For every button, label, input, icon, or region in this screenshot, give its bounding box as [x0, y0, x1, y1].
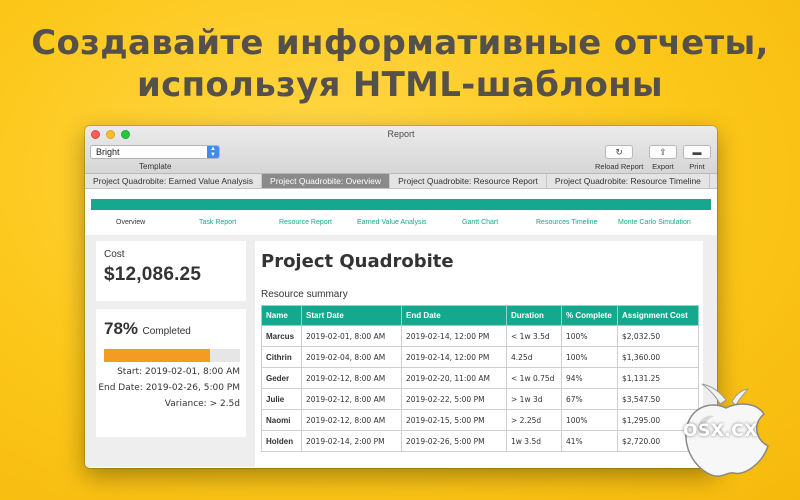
table-row: Cithrin 2019-02-04, 8:00 AM 2019-02-14, 12… — [261, 346, 699, 368]
project-title: Project Quadrobite — [261, 251, 454, 272]
table-cell: Marcus — [261, 325, 302, 347]
print-button[interactable]: ▬ Print — [683, 145, 711, 171]
table-cell: 2019-02-12, 8:00 AM — [301, 367, 402, 389]
subnav-resource-report[interactable]: Resource Report — [279, 219, 332, 226]
table-cell: $2,032.50 — [617, 325, 699, 347]
share-icon: ⇪ — [649, 145, 677, 159]
main-panel: Project Quadrobite Resource summary Name… — [255, 235, 717, 468]
progress-bar — [104, 349, 240, 362]
table-cell: 100% — [561, 325, 618, 347]
completed-label: Completed — [142, 326, 191, 337]
resource-summary-label: Resource summary — [261, 289, 348, 300]
chevron-updown-icon: ▲ ▼ — [207, 146, 219, 158]
subnav-earned-value-analysis[interactable]: Earned Value Analysis — [357, 219, 427, 226]
table-cell: 94% — [561, 367, 618, 389]
table-cell: 2019-02-12, 8:00 AM — [301, 409, 402, 431]
table-cell: Julie — [261, 388, 302, 410]
print-label: Print — [689, 162, 705, 171]
cost-label: Cost — [104, 249, 125, 260]
start-date: Start: 2019-02-01, 8:00 AM — [117, 367, 240, 377]
export-button[interactable]: ⇪ Export — [649, 145, 677, 171]
column-header: End Date — [401, 305, 507, 326]
table-cell: Naomi — [261, 409, 302, 431]
promo-headline: Создавайте информативные отчеты, использ… — [0, 22, 800, 106]
reload-report-button[interactable]: ↻ Reload Report — [595, 145, 643, 171]
table-cell: < 1w 0.75d — [506, 367, 562, 389]
table-cell: 67% — [561, 388, 618, 410]
table-cell: 2019-02-14, 12:00 PM — [401, 346, 507, 368]
printer-icon: ▬ — [683, 145, 711, 159]
table-cell: < 1w 3.5d — [506, 325, 562, 347]
table-cell: 41% — [561, 430, 618, 452]
table-cell: 2019-02-22, 5:00 PM — [401, 388, 507, 410]
tab-resource-report[interactable]: Project Quadrobite: Resource Report — [390, 174, 547, 188]
reload-report-label: Reload Report — [595, 162, 644, 171]
window-titlebar: Report Bright ▲ ▼ Template ↻ Reload Repor… — [85, 126, 717, 174]
report-subnav: Overview Task Report Resource Report Ear… — [85, 219, 717, 231]
subnav-gantt-chart[interactable]: Gantt Chart — [462, 219, 498, 226]
tab-overview[interactable]: Project Quadrobite: Overview — [262, 174, 391, 188]
table-header-row: Name Start Date End Date Duration % Comp… — [261, 305, 699, 326]
table-cell: > 2.25d — [506, 409, 562, 431]
subnav-overview[interactable]: Overview — [116, 219, 145, 226]
column-header: Name — [261, 305, 302, 326]
table-cell: 2019-02-20, 11:00 AM — [401, 367, 507, 389]
subnav-task-report[interactable]: Task Report — [199, 219, 236, 226]
table-cell: 100% — [561, 346, 618, 368]
table-row: Naomi 2019-02-12, 8:00 AM 2019-02-15, 5:00… — [261, 409, 699, 431]
resource-box: Project Quadrobite Resource summary Name… — [255, 241, 703, 468]
export-label: Export — [652, 162, 674, 171]
table-row: Geder 2019-02-12, 8:00 AM 2019-02-20, 11:0… — [261, 367, 699, 389]
table-cell: 1w 3.5d — [506, 430, 562, 452]
percent-value: 78% — [104, 319, 139, 338]
table-cell: > 1w 3d — [506, 388, 562, 410]
template-select-value: Bright — [96, 147, 120, 157]
column-header: Start Date — [301, 305, 402, 326]
template-select[interactable]: Bright ▲ ▼ — [90, 145, 220, 159]
summary-panel: Cost $12,086.25 78% Completed Start: 201… — [85, 235, 255, 467]
report-header-bar — [91, 199, 711, 210]
table-cell: 2019-02-15, 5:00 PM — [401, 409, 507, 431]
table-cell: 2019-02-14, 2:00 PM — [301, 430, 402, 452]
table-row: Julie 2019-02-12, 8:00 AM 2019-02-22, 5:00… — [261, 388, 699, 410]
variance: Variance: > 2.5d — [164, 399, 240, 409]
headline-line-2: используя HTML-шаблоны — [137, 65, 663, 105]
cost-card: Cost $12,086.25 — [96, 241, 246, 301]
report-tabs: Project Quadrobite: Earned Value Analysi… — [85, 174, 717, 189]
end-date: End Date: 2019-02-26, 5:00 PM — [98, 383, 240, 393]
cost-value: $12,086.25 — [104, 264, 202, 285]
window-title: Report — [387, 129, 415, 139]
table-cell: 2019-02-12, 8:00 AM — [301, 388, 402, 410]
report-content: Overview Task Report Resource Report Ear… — [85, 189, 717, 468]
subnav-monte-carlo-simulation[interactable]: Monte Carlo Simulation — [618, 219, 691, 226]
progress-card: 78% Completed Start: 2019-02-01, 8:00 AM… — [96, 309, 246, 437]
table-cell: 2019-02-14, 12:00 PM — [401, 325, 507, 347]
column-header: Duration — [506, 305, 562, 326]
table-cell: 100% — [561, 409, 618, 431]
progress-bar-fill — [104, 349, 211, 362]
reload-icon: ↻ — [605, 145, 634, 159]
subnav-resources-timeline[interactable]: Resources Timeline — [536, 219, 597, 226]
table-row: Holden 2019-02-14, 2:00 PM 2019-02-26, 5:0… — [261, 430, 699, 452]
table-cell: Holden — [261, 430, 302, 452]
template-label: Template — [139, 162, 172, 171]
table-cell: 2019-02-01, 8:00 AM — [301, 325, 402, 347]
table-cell: 2019-02-04, 8:00 AM — [301, 346, 402, 368]
table-row: Marcus 2019-02-01, 8:00 AM 2019-02-14, 12:… — [261, 325, 699, 347]
tab-earned-value-analysis[interactable]: Project Quadrobite: Earned Value Analysi… — [85, 174, 263, 188]
table-cell: $1,360.00 — [617, 346, 699, 368]
table-cell: 2019-02-26, 5:00 PM — [401, 430, 507, 452]
table-cell: Cithrin — [261, 346, 302, 368]
tab-resource-timeline[interactable]: Project Quadrobite: Resource Timeline — [547, 174, 710, 188]
resource-summary-table: Name Start Date End Date Duration % Comp… — [261, 305, 699, 452]
column-header: % Complete — [561, 305, 618, 326]
watermark-text: OSX.CX — [683, 421, 758, 441]
table-cell: 4.25d — [506, 346, 562, 368]
percent-completed: 78% Completed — [104, 319, 191, 339]
table-cell: Geder — [261, 367, 302, 389]
headline-line-1: Создавайте информативные отчеты, — [31, 23, 769, 63]
report-window: Report Bright ▲ ▼ Template ↻ Reload Repor… — [85, 126, 717, 468]
column-header: Assignment Cost — [617, 305, 699, 326]
